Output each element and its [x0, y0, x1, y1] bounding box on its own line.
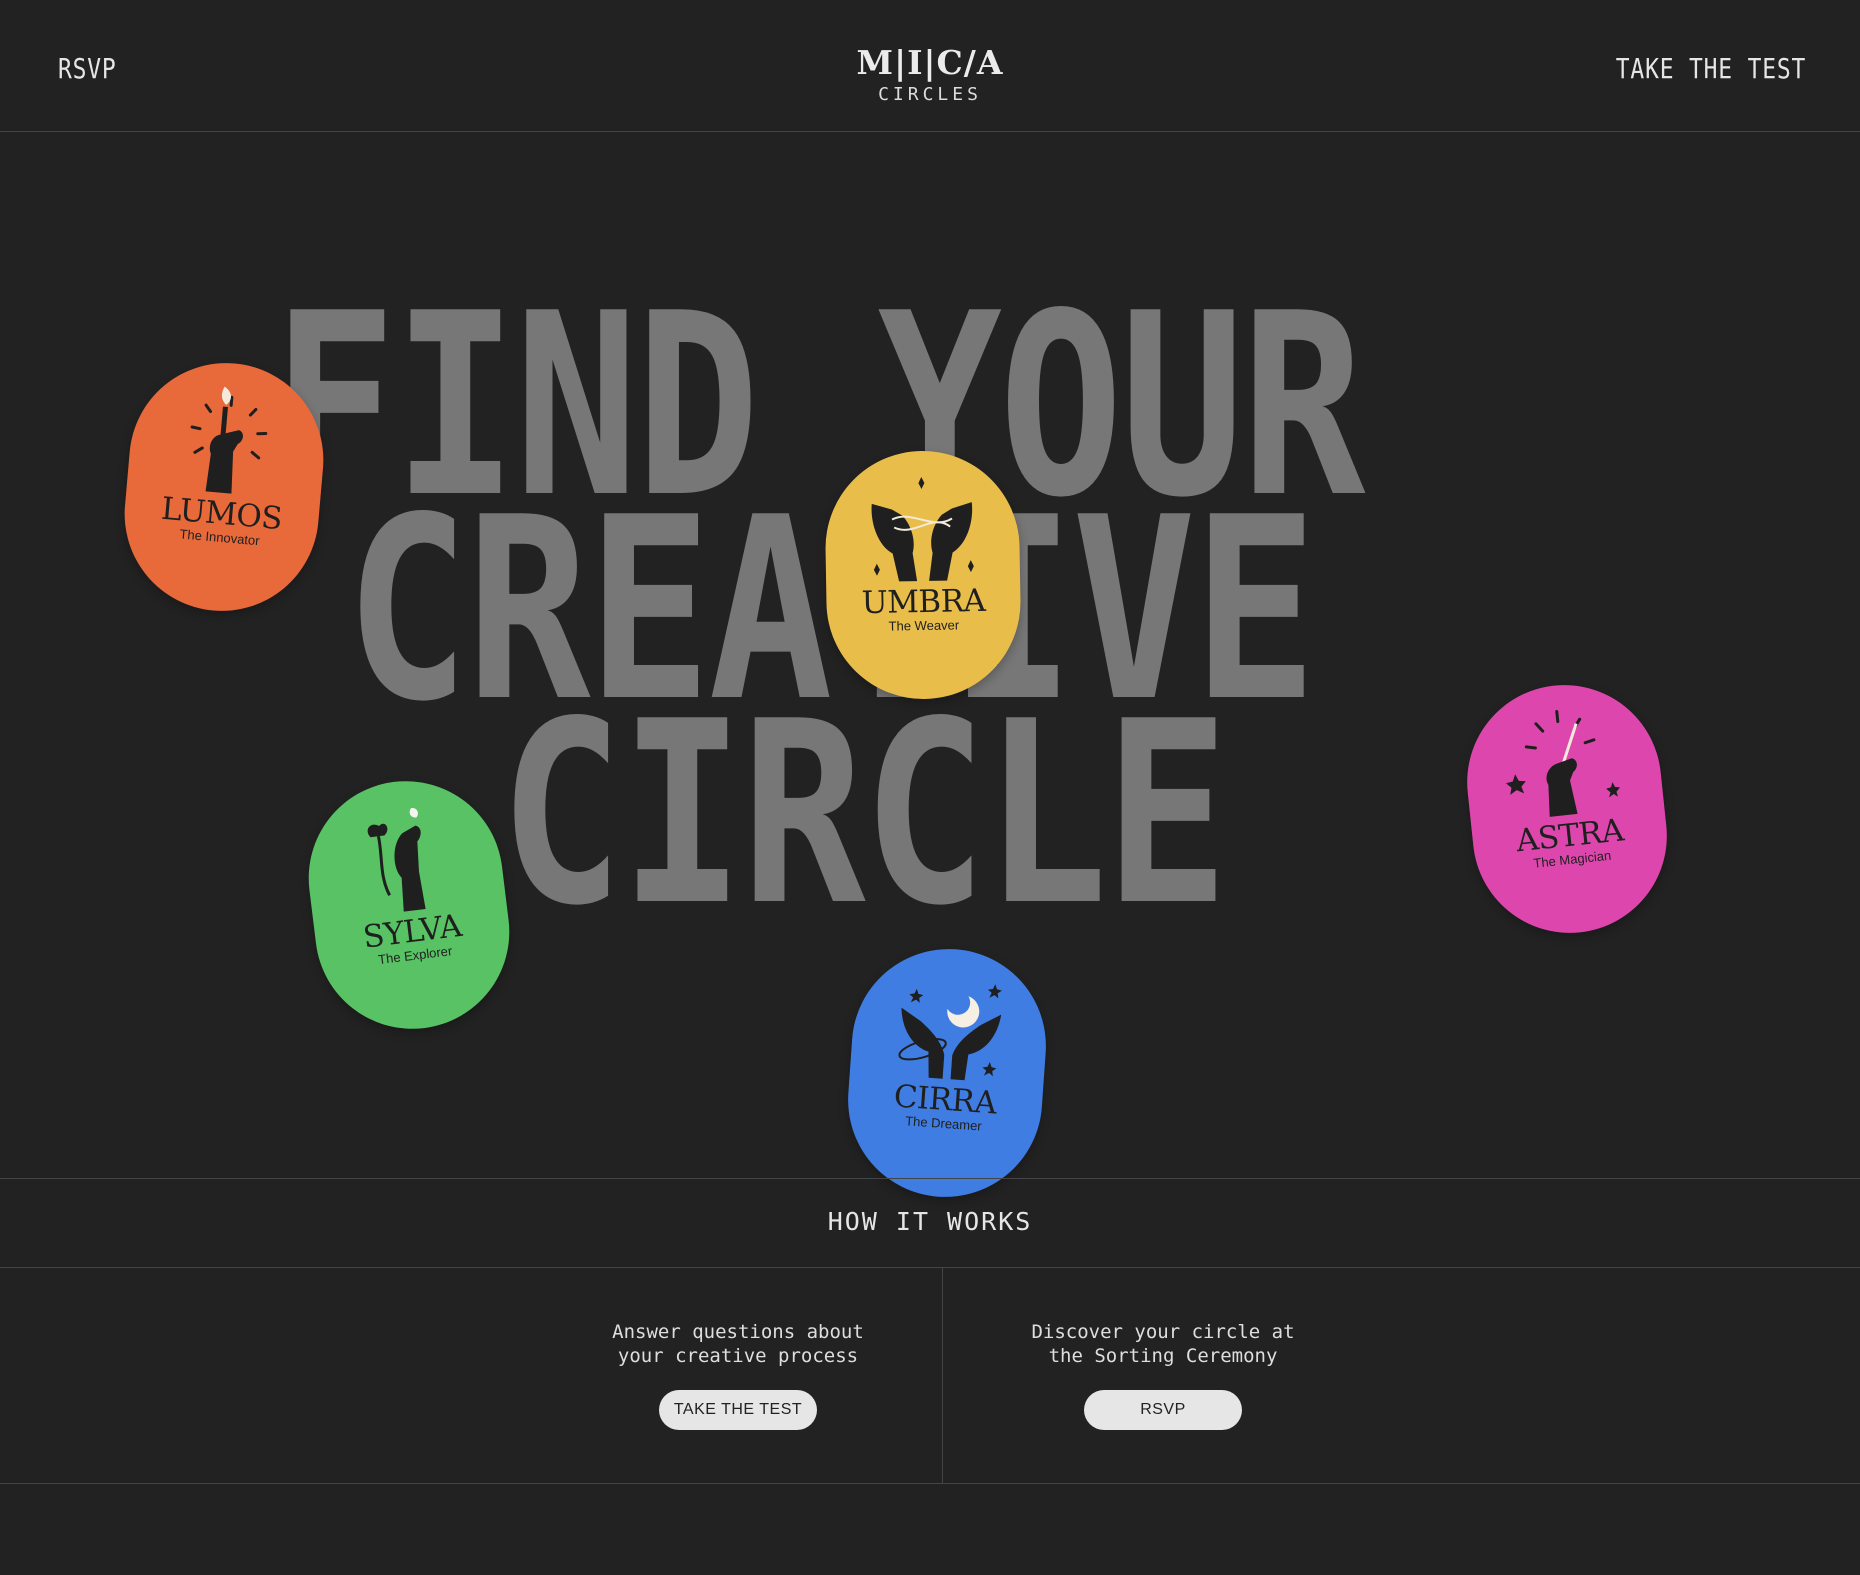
logo-mark: M|I|C/A — [856, 43, 1004, 82]
hand-holding-match-icon — [190, 386, 268, 494]
hero: FIND YOUR CREATIVE CIRCLE LUMOS The Inno… — [0, 133, 1860, 1204]
hand-with-flower-icon — [367, 808, 426, 912]
take-the-test-link[interactable]: TAKE THE TEST — [1616, 52, 1806, 85]
hands-weaving-thread-icon — [871, 477, 974, 582]
rsvp-button[interactable]: RSVP — [1084, 1390, 1242, 1430]
headline-line-3: CIRCLE — [499, 668, 1229, 961]
hand-holding-wand-icon — [1505, 710, 1621, 817]
step-take-test: Answer questions about your creative pro… — [588, 1320, 888, 1430]
top-bar: RSVP M|I|C/A CIRCLES TAKE THE TEST — [0, 0, 1860, 132]
badge-astra[interactable]: ASTRA The Magician — [1457, 675, 1677, 943]
hands-with-moon-icon — [898, 984, 1002, 1081]
rsvp-link[interactable]: RSVP — [58, 52, 117, 85]
badge-role: The Weaver — [888, 617, 960, 634]
how-it-works-steps: Answer questions about your creative pro… — [0, 1268, 1860, 1484]
badge-name: UMBRA — [861, 582, 986, 622]
page: RSVP M|I|C/A CIRCLES TAKE THE TEST FIND … — [0, 0, 1860, 1575]
logo-subtitle: CIRCLES — [878, 84, 982, 105]
logo[interactable]: M|I|C/A CIRCLES — [850, 43, 1010, 106]
badge-role: The Dreamer — [904, 1113, 983, 1134]
take-the-test-button[interactable]: TAKE THE TEST — [659, 1390, 817, 1430]
badge-cirra[interactable]: CIRRA The Dreamer — [841, 942, 1053, 1204]
how-it-works-header: HOW IT WORKS — [0, 1178, 1860, 1268]
badge-umbra[interactable]: UMBRA The Weaver — [823, 449, 1023, 701]
step-divider — [942, 1268, 943, 1484]
step-description: Answer questions about your creative pro… — [612, 1321, 864, 1367]
how-it-works-title: HOW IT WORKS — [827, 1207, 1033, 1236]
step-rsvp: Discover your circle at the Sorting Cere… — [1013, 1320, 1313, 1430]
step-description: Discover your circle at the Sorting Cere… — [1031, 1321, 1295, 1367]
badge-sylva[interactable]: SYLVA The Explorer — [297, 770, 521, 1040]
